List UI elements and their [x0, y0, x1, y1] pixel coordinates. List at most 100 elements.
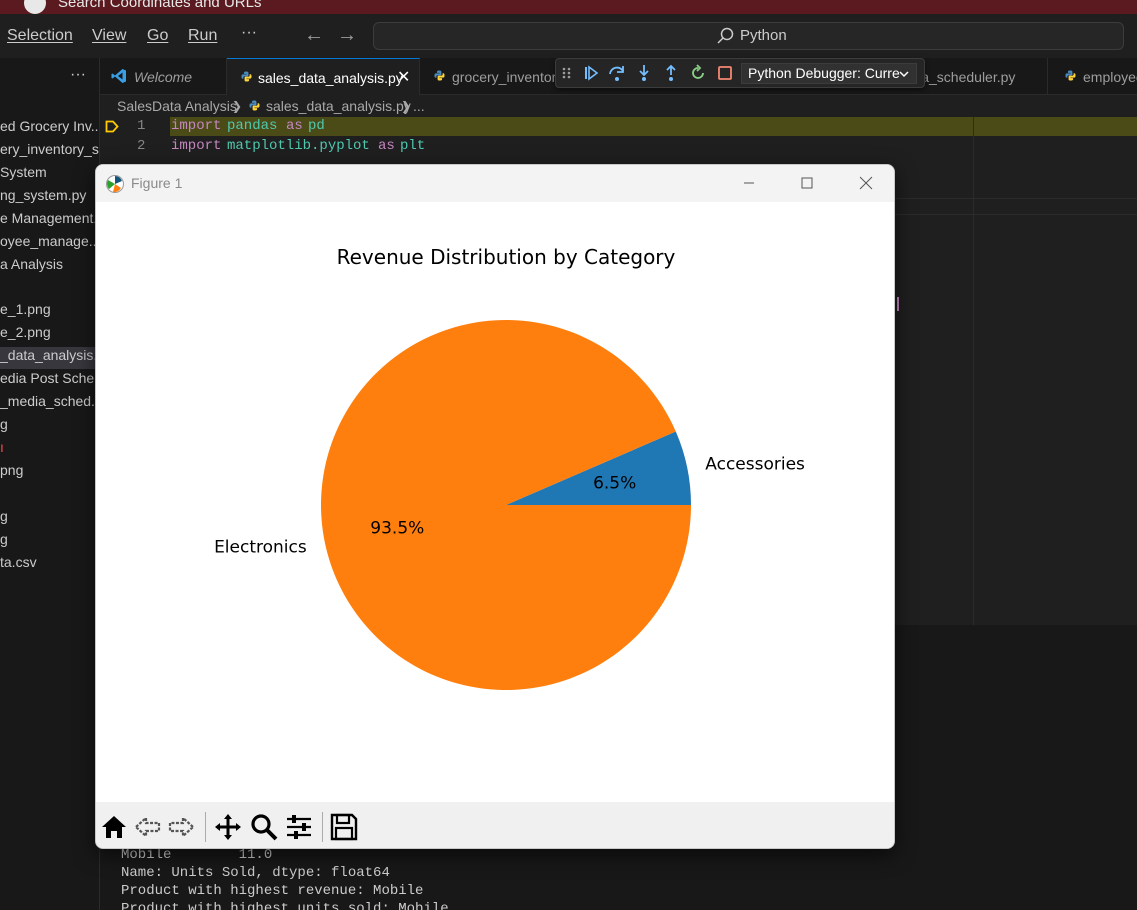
editor-rule — [895, 198, 1137, 199]
python-file-icon — [434, 70, 445, 81]
figure-window: Figure 1 Revenue Distribution by Categor… — [95, 164, 895, 849]
terminal-line: Product with highest revenue: Mobile — [121, 883, 424, 899]
menu-more-button[interactable]: ··· — [241, 24, 257, 42]
code-keyword: import — [171, 118, 222, 134]
explorer-item[interactable]: e_2.png — [0, 324, 99, 346]
forward-arrow-icon[interactable]: → — [337, 24, 357, 47]
explorer-item[interactable]: png — [0, 462, 99, 484]
explorer-item-active[interactable]: _data_analysis.py — [0, 347, 99, 369]
stop-icon[interactable] — [715, 63, 735, 83]
toolbar-separator — [205, 812, 206, 842]
home-icon[interactable] — [99, 812, 129, 842]
minimap-divider — [973, 117, 974, 625]
tab-label: employee — [1083, 69, 1137, 85]
terminal-line: Name: Units Sold, dtype: float64 — [121, 865, 390, 881]
step-out-icon[interactable] — [661, 63, 681, 83]
tab-label: sales_data_analysis.py — [258, 70, 403, 86]
minimize-icon[interactable] — [734, 171, 764, 195]
menu-run[interactable]: Run — [188, 27, 217, 45]
close-icon[interactable] — [851, 171, 881, 195]
tab-social-media-scheduler[interactable]: lia_scheduler.py — [915, 58, 1048, 95]
step-over-icon[interactable] — [607, 63, 627, 83]
explorer-item[interactable]: ed Grocery Inv... — [0, 118, 99, 140]
toolbar-separator — [322, 812, 323, 842]
python-file-icon — [241, 71, 252, 82]
line-number: 1 — [137, 118, 146, 134]
tab-label: Welcome — [134, 69, 193, 85]
explorer-more-button[interactable]: ··· — [70, 66, 86, 84]
pie-label: Accessories — [705, 455, 805, 475]
explorer-item[interactable]: a Analysis — [0, 256, 99, 278]
tab-sales-data-analysis[interactable]: sales_data_analysis.py ✕ — [227, 58, 420, 95]
vscode-logo-icon — [111, 69, 126, 83]
debug-config-select[interactable]: Python Debugger: Curre — [741, 63, 917, 84]
chart-title: Revenue Distribution by Category — [337, 245, 676, 269]
explorer-item[interactable]: g — [0, 508, 99, 530]
chevron-down-icon — [899, 71, 909, 78]
breadcrumb: SalesData Analysis ❯ sales_data_analysis… — [100, 95, 1137, 117]
forward-icon[interactable] — [166, 812, 196, 842]
explorer-item[interactable]: edia Post Sche... — [0, 370, 99, 392]
breadcrumb-more[interactable]: ... — [413, 98, 425, 114]
save-icon[interactable] — [329, 812, 359, 842]
maximize-icon[interactable] — [792, 171, 822, 195]
explorer-item[interactable]: System — [0, 164, 99, 186]
tab-label: grocery_inventor — [452, 69, 555, 85]
menu-bar: Selection View Go Run ··· ← → Python — [0, 14, 1137, 58]
explorer-item[interactable]: g — [0, 531, 99, 553]
zoom-icon[interactable] — [249, 812, 279, 842]
terminal-line: Product with highest units sold: Mobile — [121, 901, 449, 910]
breadcrumb-chevron-icon: ❯ — [401, 99, 412, 113]
pan-icon[interactable] — [213, 812, 243, 842]
explorer-item[interactable]: e_1.png — [0, 301, 99, 323]
code-module: pandas — [227, 118, 278, 134]
figure-canvas[interactable]: Revenue Distribution by Category Accesso… — [96, 202, 894, 802]
breadcrumb-folder[interactable]: SalesData Analysis — [117, 98, 237, 114]
menu-view[interactable]: View — [92, 27, 126, 45]
breadcrumb-file[interactable]: sales_data_analysis.py — [266, 98, 411, 114]
pie-percent-label: 6.5% — [593, 473, 636, 493]
tab-employee[interactable]: employee — [1048, 58, 1137, 95]
bracket-mark — [897, 297, 899, 311]
line-number: 2 — [137, 138, 146, 154]
restart-icon[interactable] — [688, 63, 708, 83]
tab-welcome[interactable]: Welcome — [100, 58, 227, 95]
tab-close-icon[interactable]: ✕ — [397, 67, 410, 87]
explorer-item[interactable]: e Management... — [0, 210, 99, 232]
explorer-item[interactable]: ta.csv — [0, 554, 99, 576]
explorer-item[interactable]: g — [0, 416, 99, 438]
explorer-item[interactable]: oyee_manage... — [0, 233, 99, 255]
continue-icon[interactable] — [581, 63, 601, 83]
explorer-item[interactable]: ng_system.py — [0, 187, 99, 209]
python-file-icon — [249, 100, 260, 111]
back-icon[interactable] — [133, 812, 163, 842]
terminal-line: Mobile 11.0 — [121, 847, 273, 863]
figure-title-bar[interactable]: Figure 1 — [96, 165, 894, 202]
debug-current-line-icon — [105, 120, 119, 133]
drag-handle-icon[interactable] — [561, 63, 573, 83]
configure-subplots-icon[interactable] — [284, 812, 314, 842]
menu-go[interactable]: Go — [147, 27, 168, 45]
explorer-item[interactable]: _media_sched... — [0, 393, 99, 415]
explorer-item[interactable]: ery_inventory_s... — [0, 141, 99, 163]
command-center-search[interactable]: Python — [373, 22, 1124, 50]
debug-config-label: Python Debugger: Curre — [748, 65, 900, 81]
python-file-icon — [1065, 70, 1076, 81]
matplotlib-logo-icon — [106, 175, 124, 193]
window-title: Search Coordinates and URLs — [58, 0, 262, 11]
menu-selection[interactable]: Selection — [7, 27, 73, 45]
tab-grocery-inventory[interactable]: grocery_inventor — [420, 58, 555, 95]
step-into-icon[interactable] — [634, 63, 654, 83]
tab-label: lia_scheduler.py — [915, 69, 1016, 85]
code-keyword: as — [286, 118, 303, 134]
figure-toolbar — [96, 802, 894, 848]
back-arrow-icon[interactable]: ← — [304, 24, 324, 47]
pie-slice-electronics — [321, 320, 691, 690]
breadcrumb-chevron-icon: ❯ — [232, 99, 243, 113]
debug-toolbar: Python Debugger: Curre — [555, 58, 925, 88]
code-alias: plt — [400, 138, 426, 154]
code-alias: pd — [308, 118, 325, 134]
window-title-bar: Search Coordinates and URLs — [0, 0, 1137, 14]
explorer-sidebar: ··· ed Grocery Inv... ery_inventory_s...… — [0, 58, 100, 910]
explorer-item[interactable]: ı — [0, 439, 99, 461]
